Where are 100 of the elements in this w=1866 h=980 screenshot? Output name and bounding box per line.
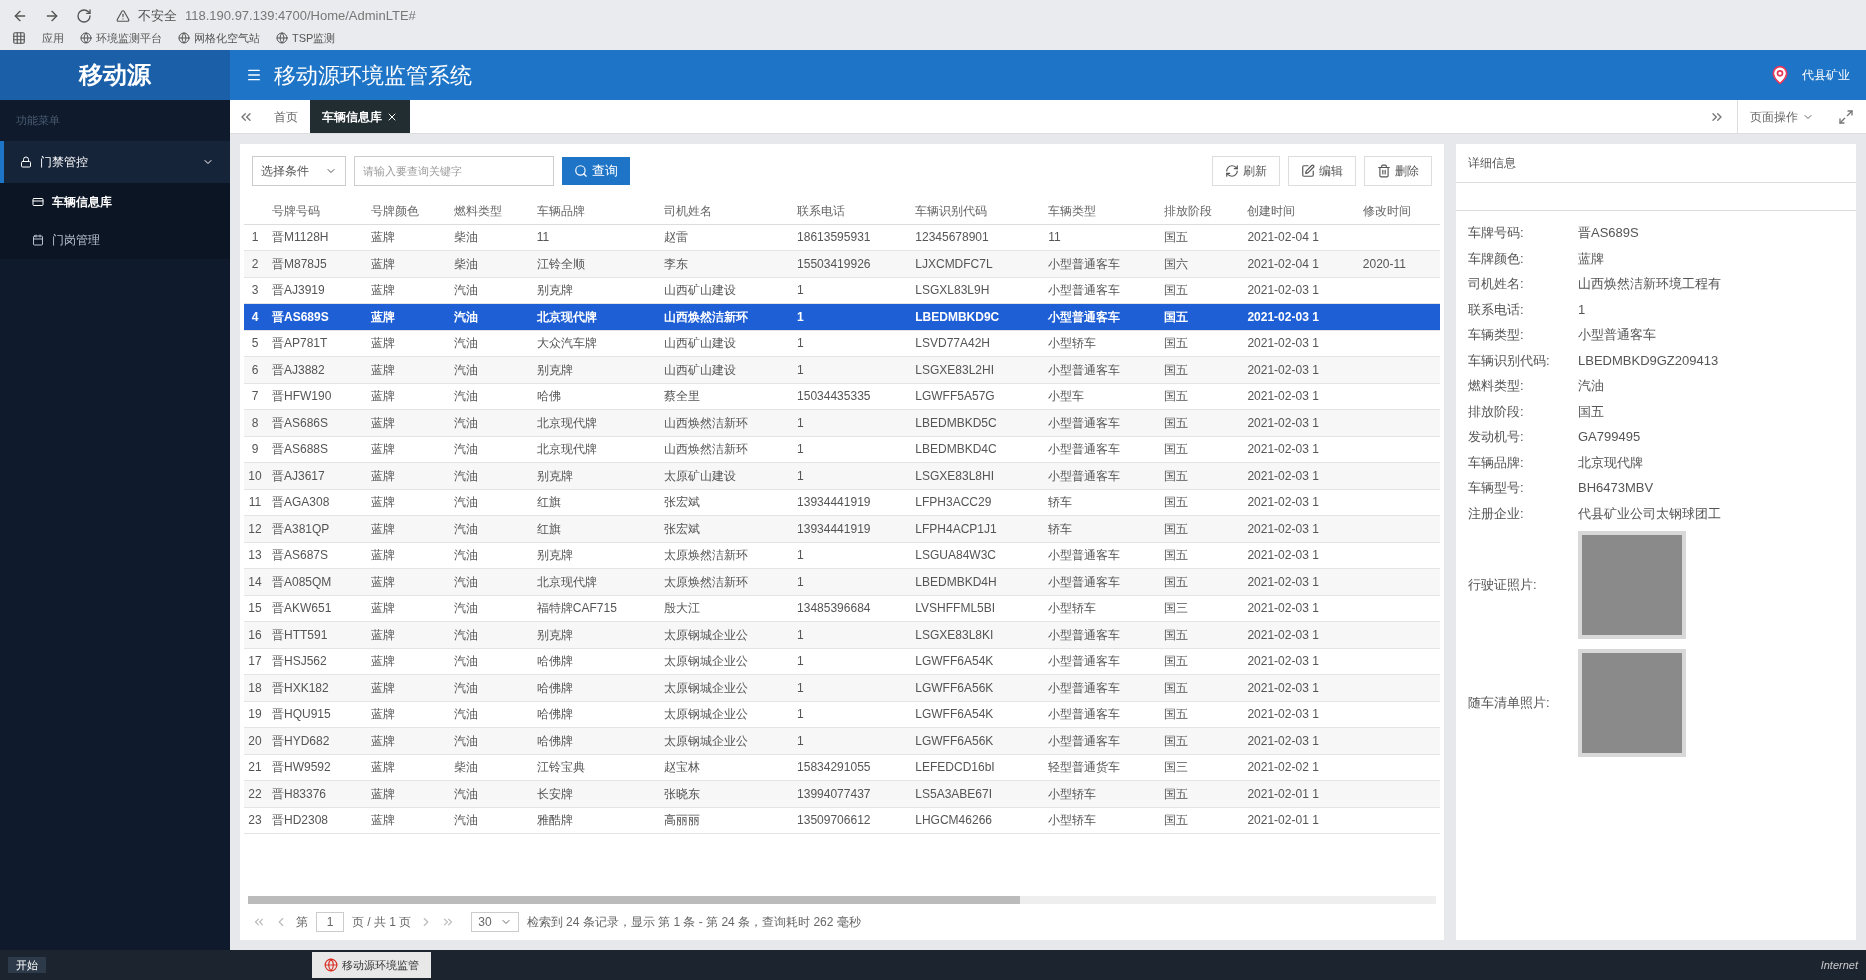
row-number[interactable]: 16 — [244, 621, 266, 648]
table-cell: 汽油 — [447, 462, 531, 489]
row-number[interactable]: 6 — [244, 356, 266, 383]
scrollbar-thumb[interactable] — [248, 896, 1021, 904]
bookmark-link[interactable]: TSP监测 — [276, 29, 336, 46]
row-number[interactable]: 18 — [244, 674, 266, 701]
table-cell: 别克牌 — [530, 356, 659, 383]
page-tab[interactable]: 车辆信息库 — [310, 100, 410, 133]
table-cell: LBEDMBKD9C — [909, 303, 1043, 330]
menu-group[interactable]: 门禁管控 — [0, 140, 230, 183]
table-cell: 北京现代牌 — [530, 409, 659, 436]
row-number[interactable]: 13 — [244, 542, 266, 569]
table-cell: 1 — [791, 727, 910, 754]
page-tab[interactable]: 首页 — [262, 100, 310, 133]
column-header[interactable]: 排放阶段 — [1158, 198, 1242, 224]
globe-icon — [178, 31, 190, 44]
row-number[interactable]: 10 — [244, 462, 266, 489]
url-text: 118.190.97.139:4700/Home/AdminLTE# — [185, 7, 416, 25]
security-label: 不安全 — [138, 7, 177, 25]
row-number[interactable]: 21 — [244, 754, 266, 781]
table-cell: 汽油 — [447, 356, 531, 383]
taskbar-window[interactable]: 移动源环境监管 — [312, 952, 431, 978]
column-header[interactable]: 修改时间 — [1356, 198, 1440, 224]
row-number[interactable]: 12 — [244, 515, 266, 542]
table-cell: 李东 — [658, 250, 792, 277]
table-cell: 张宏斌 — [658, 515, 792, 542]
lock-icon — [20, 155, 32, 168]
search-button[interactable]: 查询 — [562, 157, 630, 185]
row-number[interactable]: 9 — [244, 436, 266, 463]
column-header[interactable]: 号牌号码 — [266, 198, 365, 224]
column-header[interactable]: 车辆类型 — [1042, 198, 1159, 224]
fullscreen-icon[interactable] — [1838, 108, 1854, 125]
table-cell: 2021-02-03 1 — [1241, 648, 1357, 675]
table-cell: 小型普通客车 — [1042, 568, 1159, 595]
search-icon — [574, 164, 588, 178]
table-cell: 蓝牌 — [364, 674, 448, 701]
table-cell: 汽油 — [447, 303, 531, 330]
table-cell: 晋HXK182 — [266, 674, 365, 701]
row-number[interactable]: 11 — [244, 489, 266, 516]
address-bar[interactable]: 不安全 118.190.97.139:4700/Home/AdminLTE# — [108, 6, 424, 26]
column-header[interactable]: 司机姓名 — [658, 198, 792, 224]
apps-icon[interactable] — [12, 30, 26, 45]
row-number[interactable]: 22 — [244, 780, 266, 807]
page-size-select[interactable]: 30 — [471, 912, 519, 932]
table-cell: 1 — [791, 462, 910, 489]
edit-button[interactable]: 编辑 — [1288, 156, 1356, 186]
refresh-button[interactable]: 刷新 — [1212, 156, 1280, 186]
photo-placeholder[interactable] — [1578, 649, 1686, 757]
table-cell: 国五 — [1158, 515, 1242, 542]
bookmark-link[interactable]: 环境监测平台 — [80, 29, 162, 46]
row-number[interactable]: 2 — [244, 250, 266, 277]
column-header[interactable]: 车辆品牌 — [530, 198, 659, 224]
page-field[interactable]: 1 — [316, 912, 344, 932]
start-button[interactable]: 开始 — [8, 956, 46, 974]
table-cell: 13485396684 — [791, 595, 910, 622]
table-cell: 别克牌 — [530, 277, 659, 304]
row-number[interactable]: 17 — [244, 648, 266, 675]
column-header[interactable]: 车辆识别代码 — [909, 198, 1043, 224]
row-number[interactable]: 14 — [244, 568, 266, 595]
row-number[interactable]: 3 — [244, 277, 266, 304]
user-name[interactable]: 代县矿业 — [1802, 66, 1850, 84]
row-number[interactable]: 5 — [244, 330, 266, 357]
condition-select[interactable]: 选择条件 — [252, 156, 346, 186]
search-field[interactable]: 请输入要查询关键字 — [354, 156, 554, 186]
page-menu-button[interactable]: 页面操作 — [1737, 100, 1826, 133]
field-value: 蓝牌 — [1578, 249, 1605, 268]
column-header[interactable]: 联系电话 — [791, 198, 910, 224]
table-cell: 国五 — [1158, 542, 1242, 569]
delete-button[interactable]: 删除 — [1364, 156, 1432, 186]
column-header[interactable]: 创建时间 — [1241, 198, 1357, 224]
row-number[interactable]: 23 — [244, 807, 266, 834]
table-cell: 2020-11 — [1356, 250, 1440, 277]
table-cell: 15834291055 — [791, 754, 910, 781]
table-cell: 晋HFW190 — [266, 383, 365, 410]
table-cell: 2021-02-03 1 — [1241, 489, 1357, 516]
column-header[interactable]: 燃料类型 — [447, 198, 531, 224]
table-cell: 晋A381QP — [266, 515, 365, 542]
row-number[interactable]: 15 — [244, 595, 266, 622]
row-number[interactable]: 4 — [244, 303, 266, 330]
menu-item[interactable]: 车辆信息库 — [0, 182, 230, 221]
bookmark-link[interactable]: 应用 — [42, 29, 64, 46]
table-cell: 蔡全里 — [658, 383, 792, 410]
menu-item[interactable]: 门岗管理 — [0, 220, 230, 259]
row-number[interactable]: 20 — [244, 727, 266, 754]
table-cell: 汽油 — [447, 595, 531, 622]
photo-placeholder[interactable] — [1578, 531, 1686, 639]
field-label: 注册企业: — [1468, 504, 1525, 523]
column-header[interactable]: 号牌颜色 — [364, 198, 448, 224]
table-cell: 国六 — [1158, 250, 1242, 277]
row-number[interactable]: 8 — [244, 409, 266, 436]
table-cell: 小型普通客车 — [1042, 409, 1159, 436]
menu-icon[interactable] — [246, 67, 262, 83]
row-number[interactable]: 19 — [244, 701, 266, 728]
table-cell: 小型普通客车 — [1042, 250, 1159, 277]
reload-icon[interactable] — [76, 7, 92, 24]
table-cell: 赵宝林 — [658, 754, 792, 781]
row-number[interactable]: 7 — [244, 383, 266, 410]
bookmark-link[interactable]: 网格化空气站 — [178, 29, 260, 46]
row-number[interactable]: 1 — [244, 224, 266, 251]
table-cell: 别克牌 — [530, 462, 659, 489]
